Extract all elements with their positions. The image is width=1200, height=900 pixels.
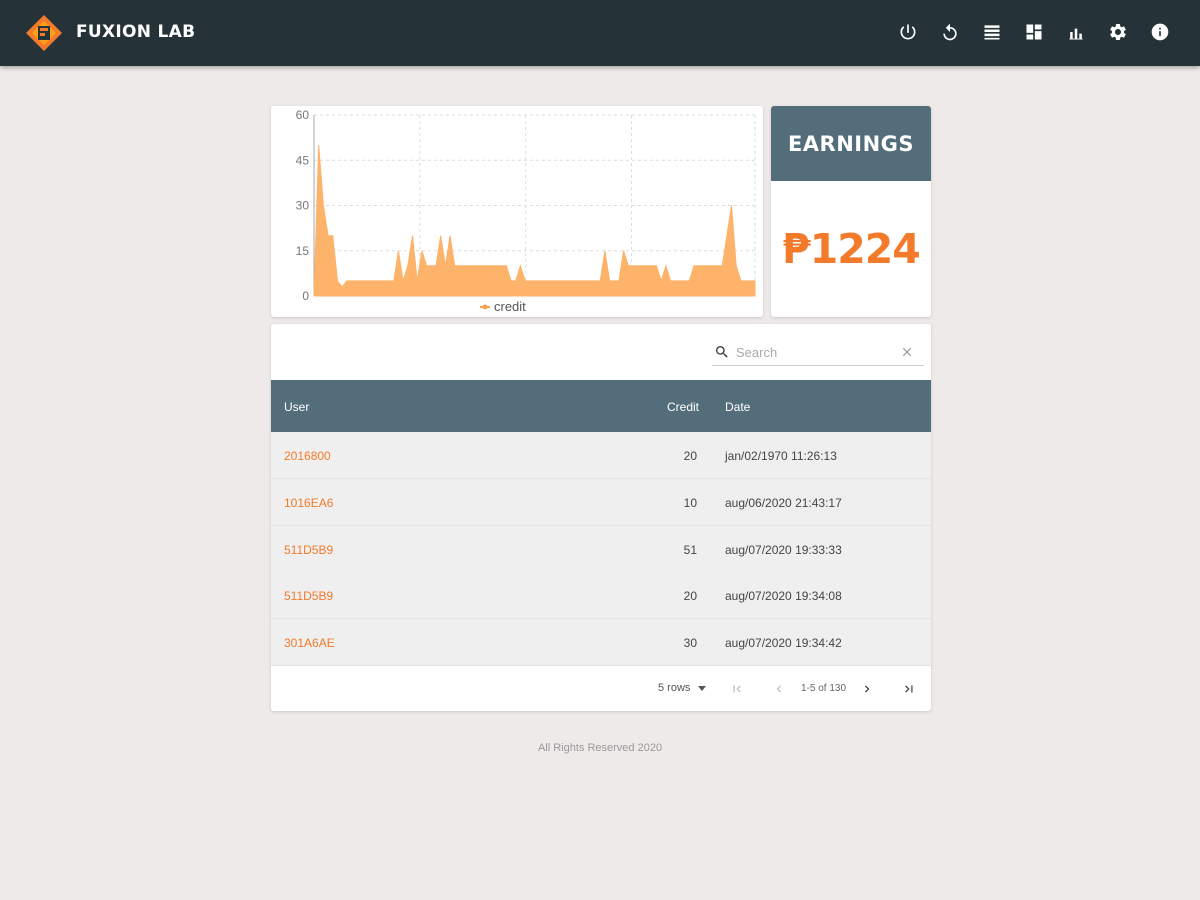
y-tick-label: 60 xyxy=(296,108,310,122)
date-cell: aug/07/2020 19:33:33 xyxy=(725,543,842,557)
list-icon xyxy=(984,25,1000,40)
user-link[interactable]: 511D5B9 xyxy=(284,543,333,557)
credit-cell: 20 xyxy=(683,589,697,603)
pagination-bar: 5 rows 1-5 of 130 xyxy=(271,666,931,711)
search-box xyxy=(712,340,924,366)
date-cell: aug/07/2020 19:34:42 xyxy=(725,636,842,650)
fuxion-logo[interactable] xyxy=(26,15,62,51)
power-icon xyxy=(900,24,916,40)
user-link[interactable]: 511D5B9 xyxy=(284,589,333,603)
footer-text: All Rights Reserved 2020 xyxy=(537,742,663,754)
first-page-icon xyxy=(733,685,741,693)
dashboard-button[interactable] xyxy=(1022,20,1046,44)
next-page-button[interactable] xyxy=(857,679,877,699)
table-toolbar xyxy=(271,324,931,380)
credit-chart-card: 0 15 30 45 60 credit xyxy=(271,106,763,317)
earnings-value: ₱1224 xyxy=(782,225,921,273)
info-button[interactable] xyxy=(1148,20,1172,44)
page-range: 1-5 of 130 xyxy=(801,683,847,694)
refresh-button[interactable] xyxy=(938,20,962,44)
rows-per-page-select[interactable]: 5 rows xyxy=(658,682,707,694)
bar-chart-icon xyxy=(1069,28,1083,40)
y-tick-label: 30 xyxy=(296,199,310,213)
info-icon xyxy=(1151,23,1169,41)
credit-cell: 10 xyxy=(683,496,697,510)
credit-series-area xyxy=(313,145,756,297)
legend-marker xyxy=(482,304,488,310)
search-input[interactable] xyxy=(736,342,896,362)
credit-cell: 51 xyxy=(683,543,697,557)
earnings-card: EARNINGS ₱1224 xyxy=(771,106,931,317)
bar-chart-button[interactable] xyxy=(1064,20,1088,44)
dashboard-icon xyxy=(1026,24,1042,40)
table-row[interactable]: 2016800 20 jan/02/1970 11:26:13 xyxy=(271,432,931,479)
credit-cell: 30 xyxy=(683,636,697,650)
user-link[interactable]: 1016EA6 xyxy=(284,496,333,510)
user-link[interactable]: 2016800 xyxy=(284,449,331,463)
toolbar-icons xyxy=(896,20,1172,44)
chevron-down-icon xyxy=(698,685,707,691)
credit-cell: 20 xyxy=(683,449,697,463)
table-header: User Credit Date xyxy=(271,380,931,432)
list-button[interactable] xyxy=(980,20,1004,44)
column-header-user[interactable]: User xyxy=(284,400,309,414)
column-header-credit[interactable]: Credit xyxy=(667,400,699,414)
column-header-date[interactable]: Date xyxy=(725,400,750,414)
search-icon xyxy=(716,346,728,358)
power-button[interactable] xyxy=(896,20,920,44)
y-tick-label: 0 xyxy=(302,289,309,303)
table-row[interactable]: 511D5B9 51 aug/07/2020 19:33:33 xyxy=(271,526,931,573)
date-cell: aug/06/2020 21:43:17 xyxy=(725,496,842,510)
first-page-button[interactable] xyxy=(727,679,747,699)
app-title: FUXION LAB xyxy=(76,22,196,42)
gear-icon xyxy=(1110,23,1126,40)
table-row[interactable]: 511D5B9 20 aug/07/2020 19:34:08 xyxy=(271,572,931,619)
legend-label-credit: credit xyxy=(494,299,526,314)
top-app-bar: FUXION LAB xyxy=(0,0,1200,66)
close-icon[interactable] xyxy=(900,345,914,359)
chevron-left-icon xyxy=(776,685,781,693)
refresh-icon xyxy=(943,23,957,41)
earnings-title: EARNINGS xyxy=(771,106,931,181)
date-cell: jan/02/1970 11:26:13 xyxy=(725,449,837,463)
last-page-icon xyxy=(905,685,913,693)
date-cell: aug/07/2020 19:34:08 xyxy=(725,589,842,603)
table-row[interactable]: 301A6AE 30 aug/07/2020 19:34:42 xyxy=(271,619,931,666)
credit-area-chart: 0 15 30 45 60 credit xyxy=(296,108,756,314)
table-row[interactable]: 1016EA6 10 aug/06/2020 21:43:17 xyxy=(271,479,931,526)
y-tick-label: 45 xyxy=(296,153,310,167)
rows-per-page-label: 5 rows xyxy=(658,682,691,694)
chevron-right-icon xyxy=(865,685,870,693)
user-link[interactable]: 301A6AE xyxy=(284,636,335,650)
previous-page-button[interactable] xyxy=(769,679,789,699)
y-tick-label: 15 xyxy=(296,244,310,258)
settings-button[interactable] xyxy=(1106,20,1130,44)
transactions-table-card: User Credit Date 2016800 20 jan/02/1970 … xyxy=(271,324,931,711)
last-page-button[interactable] xyxy=(899,679,919,699)
